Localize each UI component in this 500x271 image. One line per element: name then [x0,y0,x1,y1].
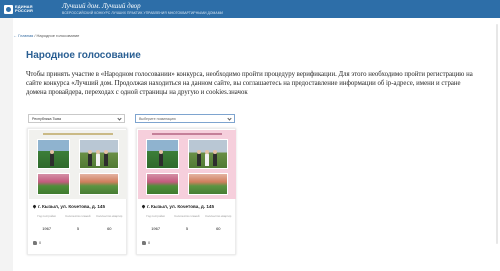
party-logo[interactable]: ЕДИНАЯ РОССИЯ [4,3,56,15]
person-figure [96,150,100,166]
thumb-up-icon [33,241,37,245]
stat-floors: Количество этажей 5 [65,214,91,231]
site-title[interactable]: Лучший дом. Лучший двор [62,2,141,10]
person-figure [104,150,108,166]
like-button[interactable]: 0 [33,241,41,245]
like-count: 0 [39,241,42,245]
address-row: г. Кызыл, ул. Кочетова, д. 145 [32,204,106,209]
breadcrumb-home-link[interactable]: ← Главная [13,33,33,38]
chevron-down-icon [227,116,232,121]
person-figure [205,150,209,166]
photo-caption-decor [43,133,113,135]
region-select[interactable]: Республика Тыва [28,114,125,123]
intro-text: Чтобы принять участие в «Народном голосо… [26,71,473,97]
person-figure [197,150,201,166]
house-stats: Год постройки 1967 Количество этажей 5 К… [140,214,234,231]
like-button[interactable]: 0 [142,241,150,245]
person-figure [159,150,163,166]
map-pin-icon [32,204,37,209]
house-photo[interactable] [138,130,236,199]
house-photo[interactable] [29,130,127,199]
breadcrumb-current: Народное голосование [36,33,80,38]
address-row: г. Кызыл, ул. Кочетова, д. 145 [141,204,215,209]
stat-year: Год постройки 1967 [146,214,165,231]
house-stats: Год постройки 1967 Количество этажей 5 К… [31,214,125,231]
person-figure [88,150,92,166]
breadcrumb: ← Главная / Народное голосование [13,33,79,38]
like-count: 0 [148,241,151,245]
photo-tile [188,139,228,169]
photo-tile [188,173,228,195]
photo-tile [37,173,70,195]
stat-apartments: Количество квартир 60 [205,214,232,231]
house-card[interactable]: г. Кызыл, ул. Кочетова, д. 145 Год постр… [27,128,127,255]
person-figure [213,150,217,166]
logo-text: ЕДИНАЯ РОССИЯ [15,3,33,13]
site-header: ЕДИНАЯ РОССИЯ Лучший дом. Лучший двор ВС… [0,0,500,18]
region-select-value: Республика Тыва [32,117,61,121]
page-title: Народное голосование [26,50,141,61]
stat-year: Год постройки 1967 [37,214,56,231]
photo-tile [79,173,119,195]
logo-bear-icon [4,4,13,14]
nomination-select[interactable]: Выберите номинацию [135,114,235,123]
stat-floors: Количество этажей 5 [174,214,200,231]
photo-tile [79,139,119,169]
house-card[interactable]: г. Кызыл, ул. Кочетова, д. 145 Год постр… [136,128,236,255]
house-address: г. Кызыл, ул. Кочетова, д. 145 [147,204,215,209]
map-pin-icon [141,204,146,209]
scrollbar[interactable] [496,24,498,244]
thumb-up-icon [142,241,146,245]
photo-tile [37,139,70,169]
chevron-down-icon [117,116,122,121]
breadcrumb-separator: / [34,33,36,38]
photo-tile [146,173,179,195]
person-figure [50,150,54,166]
house-address: г. Кызыл, ул. Кочетова, д. 145 [38,204,106,209]
stat-apartments: Количество квартир 60 [96,214,123,231]
photo-caption-decor [152,133,222,135]
photo-tile [146,139,179,169]
nomination-select-placeholder: Выберите номинацию [139,117,176,121]
site-subtitle: ВСЕРОССИЙСКИЙ КОНКУРС ЛУЧШИХ ПРАКТИК УПР… [62,11,224,15]
